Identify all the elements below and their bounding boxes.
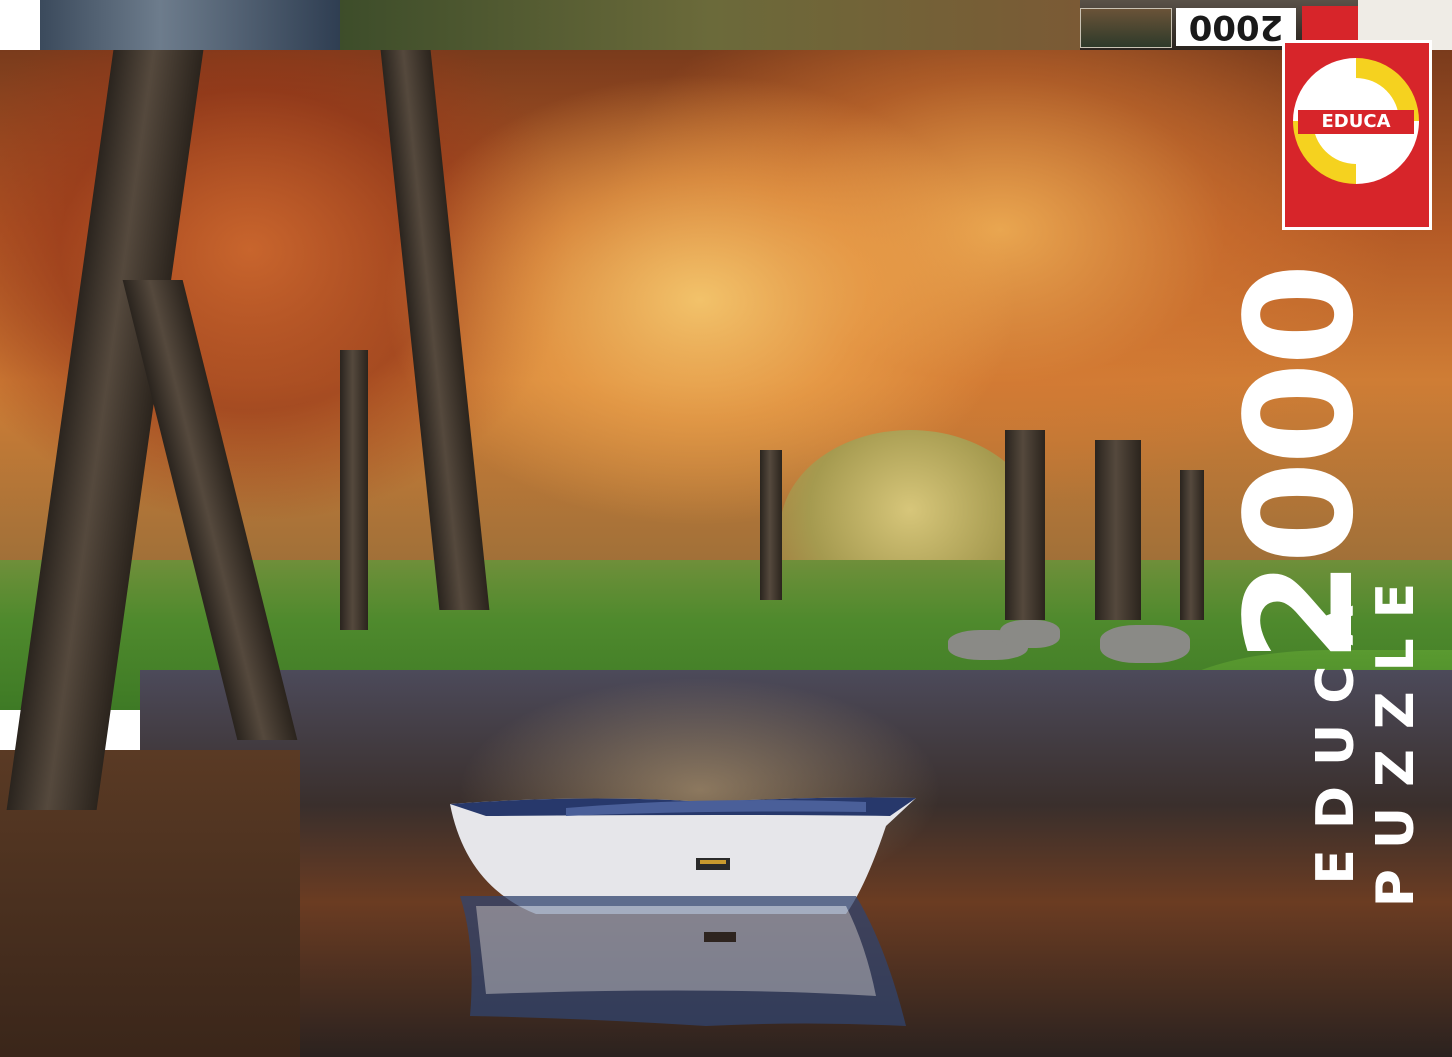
logo-brand-text: EDUCA xyxy=(1298,110,1414,134)
side-type-text: PUZZLE xyxy=(1366,562,1426,908)
rock xyxy=(1000,620,1060,648)
lid-thumbnail xyxy=(1080,8,1172,48)
tree-trunk xyxy=(1095,440,1141,620)
lid-image-strip-middle xyxy=(340,0,1080,50)
tree-trunk xyxy=(340,350,368,630)
tree-trunk xyxy=(1180,470,1204,620)
side-brand-text: EDUCA xyxy=(1306,585,1366,885)
lid-image-strip-left xyxy=(40,0,340,50)
tree-trunk xyxy=(760,450,782,600)
rock xyxy=(1100,625,1190,663)
boat-reflection xyxy=(460,896,906,1026)
puzzle-box: 2000 EDUCA 2000 EDUCA PUZZLE xyxy=(0,0,1452,1057)
lid-piece-count: 2000 xyxy=(1176,7,1296,47)
tree-trunk xyxy=(1005,430,1045,620)
